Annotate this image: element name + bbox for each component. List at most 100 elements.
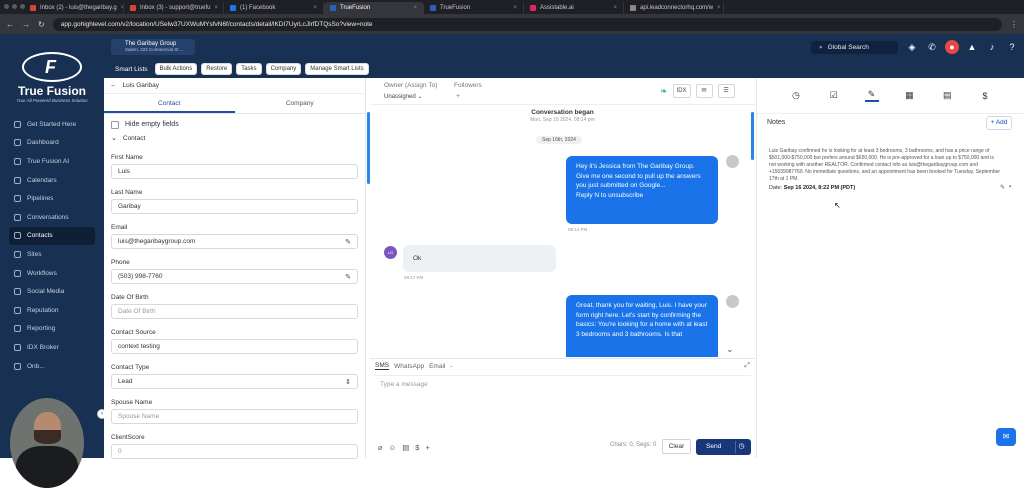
browser-tab[interactable]: Inbox (2) - luis@thegaribay.g × — [24, 2, 124, 14]
message-input[interactable]: Type a message — [374, 375, 751, 429]
pencil-icon[interactable]: ✎ — [345, 238, 351, 246]
dollar-icon[interactable]: $ — [415, 443, 419, 452]
tab-company[interactable]: Company — [235, 94, 366, 113]
sidebar-item-true-fusion-ai[interactable]: True Fusion AI — [9, 152, 95, 171]
help-icon[interactable]: ? — [1005, 40, 1019, 54]
phone-icon[interactable]: ✆ — [925, 40, 939, 54]
close-icon[interactable]: × — [313, 5, 317, 11]
bulk-actions-button[interactable]: Bulk Actions — [154, 63, 198, 75]
tab-email[interactable]: Email — [429, 363, 445, 370]
email-field[interactable]: luis@thegaribaygroup.com ✎ — [111, 234, 358, 249]
idx-button[interactable]: IDX — [672, 84, 691, 98]
notification-icon[interactable]: ● — [945, 40, 959, 54]
bell-icon[interactable]: ♪ — [985, 40, 999, 54]
browser-tab[interactable]: TrueFusion × — [424, 2, 524, 14]
sidebar-item-pipelines[interactable]: Pipelines — [9, 189, 95, 208]
hide-empty-checkbox[interactable] — [111, 120, 119, 129]
sidebar-item-idx-broker[interactable]: IDX Broker — [9, 338, 95, 357]
company-button[interactable]: Company — [265, 63, 302, 75]
send-button[interactable]: Send ◷ — [696, 439, 751, 455]
attachment-icon[interactable]: ⌀ — [378, 443, 383, 452]
close-icon[interactable]: × — [214, 5, 218, 11]
tab-contact[interactable]: Contact — [104, 94, 235, 113]
edit-icon[interactable]: ✎ — [1000, 184, 1005, 191]
close-icon[interactable]: × — [717, 5, 721, 11]
tab-more[interactable]: - — [450, 363, 452, 370]
client-score-field[interactable]: 0 — [111, 444, 358, 459]
mail-icon[interactable]: ✉ — [695, 84, 713, 98]
sidebar-item-reporting[interactable]: Reporting — [9, 320, 95, 339]
task-icon[interactable]: ☑ — [827, 90, 841, 101]
last-name-field[interactable]: Garibay — [111, 199, 358, 214]
spouse-name-field[interactable]: Spouse Name — [111, 409, 358, 424]
add-note-button[interactable]: + Add — [986, 116, 1012, 130]
document-icon[interactable]: ▤ — [940, 90, 954, 101]
delete-icon[interactable]: ▪ — [1009, 184, 1011, 191]
tab-whatsapp[interactable]: WhatsApp — [394, 363, 424, 370]
browser-tab[interactable]: api.leadconnectorhq.com/w × — [624, 2, 724, 14]
hide-empty-label: Hide empty fields — [125, 121, 179, 128]
notes-icon[interactable]: ✎ — [864, 89, 879, 102]
scroll-down-icon[interactable]: ⌄ — [726, 344, 734, 355]
back-icon[interactable]: ← — [6, 20, 14, 29]
add-follower-icon[interactable]: + — [456, 93, 460, 100]
scroll-indicator[interactable] — [751, 112, 754, 160]
sidebar-item-dashboard[interactable]: Dashboard — [9, 134, 95, 153]
extensions-icon[interactable]: ⋮ — [1010, 20, 1018, 29]
expand-icon[interactable]: ⤢ — [744, 362, 750, 370]
first-name-field[interactable]: Luis — [111, 164, 358, 179]
document-icon[interactable]: ▤ — [402, 443, 409, 452]
manage-smart-lists-button[interactable]: Manage Smart Lists — [305, 63, 369, 75]
top-header: The Garibay Group Salem, 222 Commercial … — [104, 34, 1024, 60]
sidebar-item-social-media[interactable]: Social Media — [9, 282, 95, 301]
contact-source-field[interactable]: context testing — [111, 339, 358, 354]
phone-field[interactable]: (503) 998-7760 ✎ — [111, 269, 358, 284]
url-input[interactable]: app.gohighlevel.com/v2/location/USelw37U… — [52, 17, 1002, 31]
contact-section-toggle[interactable]: ⌄ Contact — [104, 132, 365, 144]
activity-icon[interactable]: ◷ — [789, 90, 803, 101]
emoji-icon[interactable]: ☺ — [389, 443, 397, 452]
megaphone-icon[interactable]: ▲ — [965, 40, 979, 54]
back-arrow-icon[interactable]: ← — [110, 82, 117, 89]
location-switcher[interactable]: The Garibay Group Salem, 222 Commercial … — [111, 39, 195, 55]
smart-lists-link[interactable]: Smart Lists — [115, 66, 148, 73]
pipeline-icon — [14, 195, 21, 203]
clear-button[interactable]: Clear — [662, 439, 691, 454]
restore-button[interactable]: Restore — [201, 63, 233, 75]
sidebar-item-reputation[interactable]: Reputation — [9, 301, 95, 320]
sidebar-item-workflows[interactable]: Workflows — [9, 264, 95, 283]
plus-icon[interactable]: + — [425, 443, 429, 452]
message-outbound: Great, thank you for waiting, Luis. I ha… — [566, 295, 718, 357]
leaf-icon[interactable]: ❧ — [660, 86, 668, 97]
filter-icon[interactable]: ☰ — [717, 84, 735, 98]
browser-tab[interactable]: Assistable.ai × — [524, 2, 624, 14]
owner-select[interactable]: Unassigned ⌄ — [384, 93, 422, 100]
sidebar-item-contacts[interactable]: Contacts — [9, 226, 95, 246]
sidebar-item-conversations[interactable]: Conversations — [9, 208, 95, 227]
layers-icon[interactable]: ◈ — [905, 40, 919, 54]
date-of-birth-field[interactable]: Date Of Birth — [111, 304, 358, 319]
browser-tab[interactable]: (1) Facebook × — [224, 2, 324, 14]
reload-icon[interactable]: ↻ — [38, 20, 45, 29]
note-date: Date: Sep 16 2024, 8:22 PM (PDT) — [769, 185, 856, 191]
browser-tab[interactable]: Inbox (3) - support@truefu × — [124, 2, 224, 14]
payment-icon[interactable]: $ — [978, 91, 992, 101]
help-widget-button[interactable]: ✉ — [996, 428, 1016, 446]
schedule-icon[interactable]: ◷ — [735, 441, 747, 453]
sidebar-item-onboarding[interactable]: Onb... — [9, 357, 95, 376]
forward-icon[interactable]: → — [22, 20, 30, 29]
sidebar-item-sites[interactable]: Sites — [9, 245, 95, 264]
close-icon[interactable]: × — [413, 5, 417, 11]
tab-sms[interactable]: SMS — [375, 362, 390, 370]
calendar-icon[interactable]: ▦ — [902, 90, 916, 101]
browser-tab-active[interactable]: TrueFusion × — [324, 2, 424, 14]
pencil-icon[interactable]: ✎ — [345, 273, 351, 281]
sidebar-item-get-started[interactable]: Get Started Here — [9, 115, 95, 134]
close-icon[interactable]: × — [513, 5, 517, 11]
tasks-button[interactable]: Tasks — [236, 63, 262, 75]
close-icon[interactable]: × — [613, 5, 617, 11]
window-controls[interactable] — [4, 4, 25, 9]
global-search-button[interactable]: ⌕ Global Search — [811, 41, 898, 54]
contact-type-select[interactable]: Lead ⇕ — [111, 374, 358, 389]
sidebar-item-calendars[interactable]: Calendars — [9, 171, 95, 190]
